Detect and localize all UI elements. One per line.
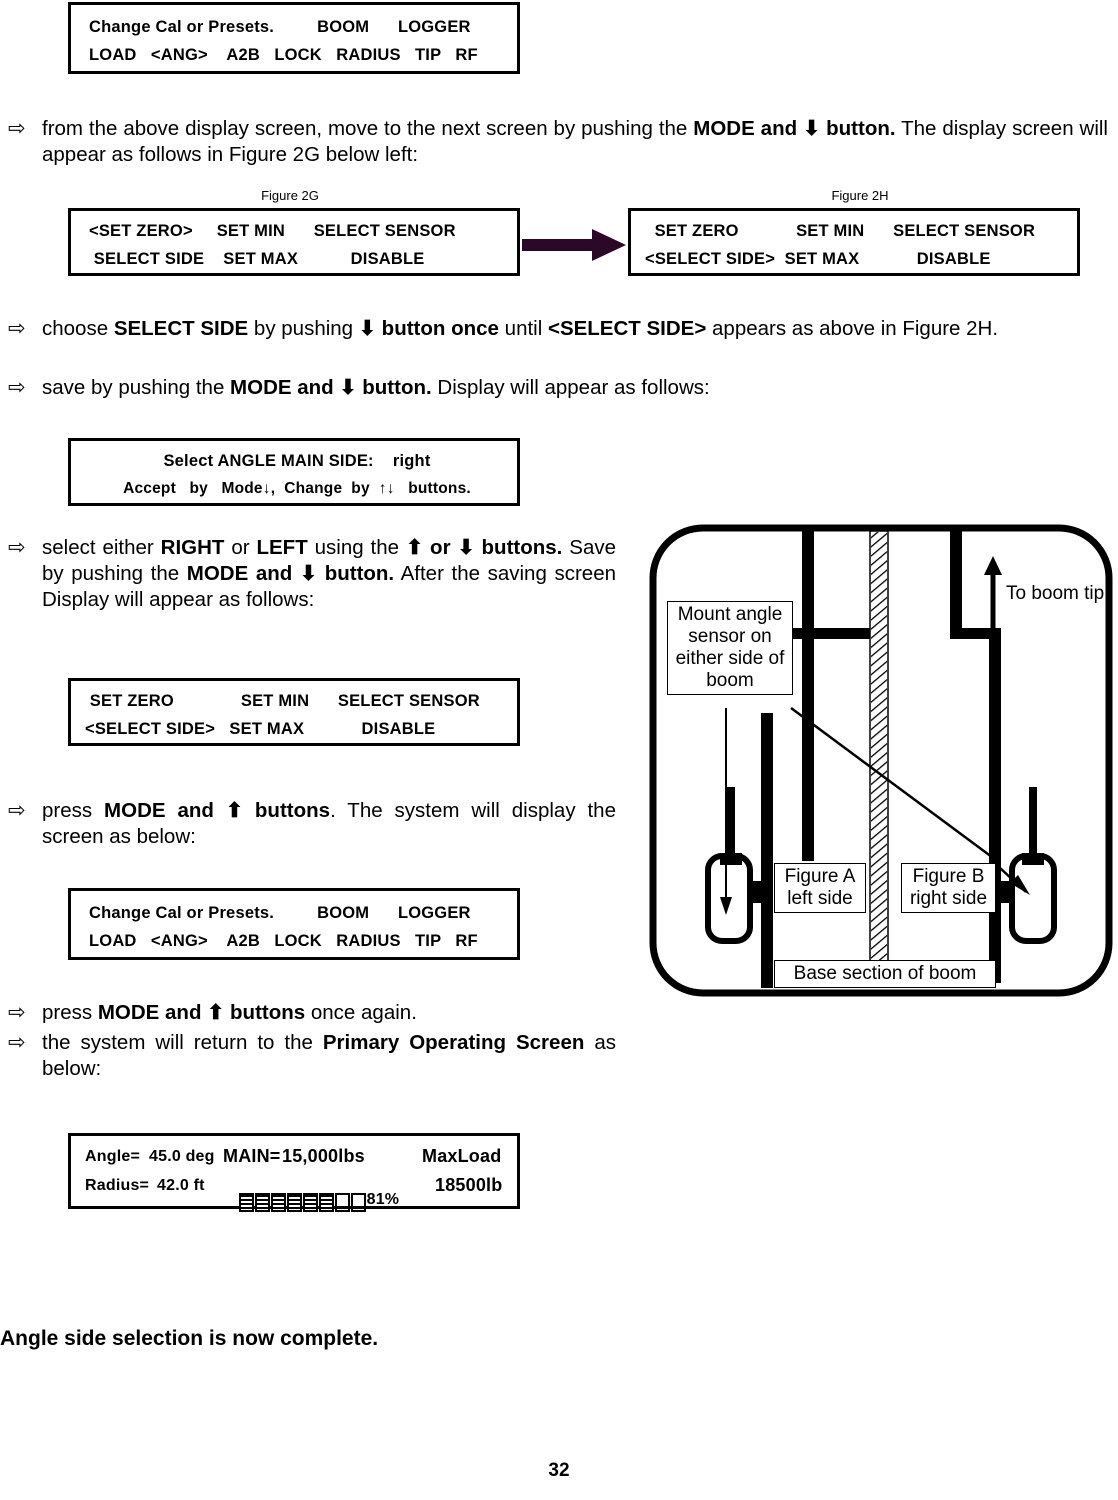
bullet-arrow-icon: ⇨ xyxy=(8,376,26,399)
lcd-line-2: LOAD <ANG> A2B LOCK RADIUS TIP RF xyxy=(89,46,478,64)
step2-part-c: by pushing xyxy=(248,317,359,340)
radius-label: Radius= xyxy=(85,1177,150,1194)
lcd-line-1: Select ANGLE MAIN SIDE: right xyxy=(163,452,431,470)
figure-2h-caption: Figure 2H xyxy=(831,188,889,203)
step6-part-a: press xyxy=(42,1001,98,1024)
page-number: 32 xyxy=(548,1460,570,1481)
load-bar-segment xyxy=(350,1193,366,1213)
instruction-step-6-text: press MODE and ⬆ buttons once again. xyxy=(42,1000,616,1026)
lcd-line-1: SET ZERO SET MIN SELECT SENSOR xyxy=(85,692,480,710)
diagram-label-to-boom-tip: To boom tip xyxy=(1006,583,1105,604)
load-bar-segment xyxy=(238,1193,254,1213)
load-bar-segment xyxy=(318,1193,334,1213)
diagram-label-mount-angle-sensor: Mount angle sensor on either side of boo… xyxy=(667,601,793,695)
step1-part-a: from the above display screen, move to t… xyxy=(42,117,694,140)
lcd-menu-after-save: SET ZERO SET MIN SELECT SENSOR <SELECT S… xyxy=(68,678,520,746)
figure-2g-caption: Figure 2G xyxy=(261,188,319,203)
main-load-value: 15,000lbs xyxy=(282,1146,365,1166)
sensor-right-body xyxy=(1009,853,1057,944)
load-percent: 81% xyxy=(366,1191,400,1208)
step6-part-c: once again. xyxy=(305,1001,417,1024)
instruction-step-6: ⇨ press MODE and ⬆ buttons once again. xyxy=(8,1000,616,1026)
step4-part-d: LEFT xyxy=(256,536,308,559)
step3-part-c: Display will appear as follows: xyxy=(431,376,710,399)
step2-part-b: SELECT SIDE xyxy=(113,317,249,340)
instruction-step-1-text: from the above display screen, move to t… xyxy=(42,116,1108,168)
instruction-step-2-text: choose SELECT SIDE by pushing ⬇ button o… xyxy=(42,316,1108,342)
step2-part-e: until xyxy=(498,317,548,340)
bullet-arrow-icon: ⇨ xyxy=(8,1031,26,1054)
instruction-step-2: ⇨ choose SELECT SIDE by pushing ⬇ button… xyxy=(8,316,1108,342)
instruction-step-3-text: save by pushing the MODE and ⬇ button. D… xyxy=(42,375,1108,401)
step2-part-d: ⬇ button once xyxy=(358,317,499,340)
step2-part-f: <SELECT SIDE> xyxy=(547,317,707,340)
instruction-step-1: ⇨ from the above display screen, move to… xyxy=(8,116,1108,168)
instruction-step-3: ⇨ save by pushing the MODE and ⬇ button.… xyxy=(8,375,1108,401)
step7-part-a: the system will return to the xyxy=(42,1031,323,1054)
lcd-line-1: SET ZERO SET MIN SELECT SENSOR xyxy=(645,222,1036,240)
step4-part-f: ⬆ or ⬇ buttons. xyxy=(405,536,563,559)
step7-part-b: Primary Operating Screen xyxy=(322,1031,585,1054)
flow-right-arrow-icon xyxy=(522,228,627,262)
step5-part-b: MODE and ⬆ buttons xyxy=(104,799,331,822)
closing-statement: Angle side selection is now complete. xyxy=(0,1327,379,1350)
step4-part-h: MODE and ⬇ button. xyxy=(186,562,395,585)
lcd-line-1: Change Cal or Presets. BOOM LOGGER xyxy=(89,904,471,922)
lcd-line-2: Accept by Mode↓, Change by ↑↓ buttons. xyxy=(123,480,471,497)
step5-part-a: press xyxy=(42,799,105,822)
step4-part-a: select either xyxy=(42,536,161,559)
diagram-label-figure-a: Figure A left side xyxy=(774,863,866,913)
angle-label: Angle= xyxy=(85,1148,140,1165)
load-bar-graph: 81% xyxy=(220,1176,399,1228)
step3-part-b: MODE and ⬇ button. xyxy=(230,376,432,399)
load-bar-segments xyxy=(238,1193,367,1213)
bullet-arrow-icon: ⇨ xyxy=(8,799,26,822)
step1-part-b: MODE and ⬇ button. xyxy=(693,117,896,140)
load-bar-segment xyxy=(254,1193,270,1213)
instruction-step-7-text: the system will return to the Primary Op… xyxy=(42,1030,616,1082)
lcd-line-2: LOAD <ANG> A2B LOCK RADIUS TIP RF xyxy=(89,932,478,950)
maxload-value: 18500lb xyxy=(435,1175,503,1195)
instruction-step-5-text: press MODE and ⬆ buttons. The system wil… xyxy=(42,798,616,850)
bullet-arrow-icon: ⇨ xyxy=(8,1001,26,1024)
instruction-step-4-text: select either RIGHT or LEFT using the ⬆ … xyxy=(42,535,616,613)
lcd-select-angle-main-side: Select ANGLE MAIN SIDE: right Accept by … xyxy=(68,438,520,506)
step4-part-e: using the xyxy=(307,536,406,559)
angle-value: 45.0 deg xyxy=(149,1148,215,1165)
load-bar-segment xyxy=(286,1193,302,1213)
bullet-arrow-icon: ⇨ xyxy=(8,536,26,559)
instruction-step-7: ⇨ the system will return to the Primary … xyxy=(8,1030,616,1082)
main-load-label: MAIN= xyxy=(223,1146,281,1166)
lcd-line-2: <SELECT SIDE> SET MAX DISABLE xyxy=(85,720,436,738)
instruction-step-4: ⇨ select either RIGHT or LEFT using the … xyxy=(8,535,616,613)
step6-part-b: MODE and ⬆ buttons xyxy=(97,1001,306,1024)
load-bar-segment xyxy=(270,1193,286,1213)
step3-part-a: save by pushing the xyxy=(42,376,231,399)
maxload-label: MaxLoad xyxy=(422,1146,502,1166)
instruction-step-5: ⇨ press MODE and ⬆ buttons. The system w… xyxy=(8,798,616,850)
lcd-change-cal-bottom: Change Cal or Presets. BOOM LOGGER LOAD … xyxy=(68,888,520,960)
lcd-line-1: Change Cal or Presets. BOOM LOGGER xyxy=(89,18,471,36)
bullet-arrow-icon: ⇨ xyxy=(8,117,26,140)
radius-value: 42.0 ft xyxy=(157,1177,205,1194)
load-bar-segment xyxy=(334,1193,350,1213)
step2-part-a: choose xyxy=(42,317,114,340)
lcd-line-2: SELECT SIDE SET MAX DISABLE xyxy=(89,250,425,268)
step4-part-c: or xyxy=(224,536,257,559)
to-boom-tip-arrow-icon xyxy=(984,556,1002,628)
lcd-line-1: <SET ZERO> SET MIN SELECT SENSOR xyxy=(89,222,456,240)
diagram-label-figure-b: Figure B right side xyxy=(901,863,996,913)
bullet-arrow-icon: ⇨ xyxy=(8,317,26,340)
diagram-label-base-section: Base section of boom xyxy=(774,960,996,988)
lcd-line-2: <SELECT SIDE> SET MAX DISABLE xyxy=(645,250,991,268)
step2-part-g: appears as above in Figure 2H. xyxy=(706,317,999,340)
boom-mounting-diagram: Mount angle sensor on either side of boo… xyxy=(648,523,1114,998)
lcd-figure-2g: <SET ZERO> SET MIN SELECT SENSOR SELECT … xyxy=(68,208,520,276)
lcd-change-cal-top: Change Cal or Presets. BOOM LOGGER LOAD … xyxy=(68,2,520,74)
step4-part-b: RIGHT xyxy=(160,536,225,559)
lcd-primary-operating-screen: Angle= 45.0 deg MAIN= 15,000lbs MaxLoad … xyxy=(68,1133,520,1213)
lcd-figure-2h: SET ZERO SET MIN SELECT SENSOR <SELECT S… xyxy=(628,208,1080,276)
load-bar-segment xyxy=(302,1193,318,1213)
